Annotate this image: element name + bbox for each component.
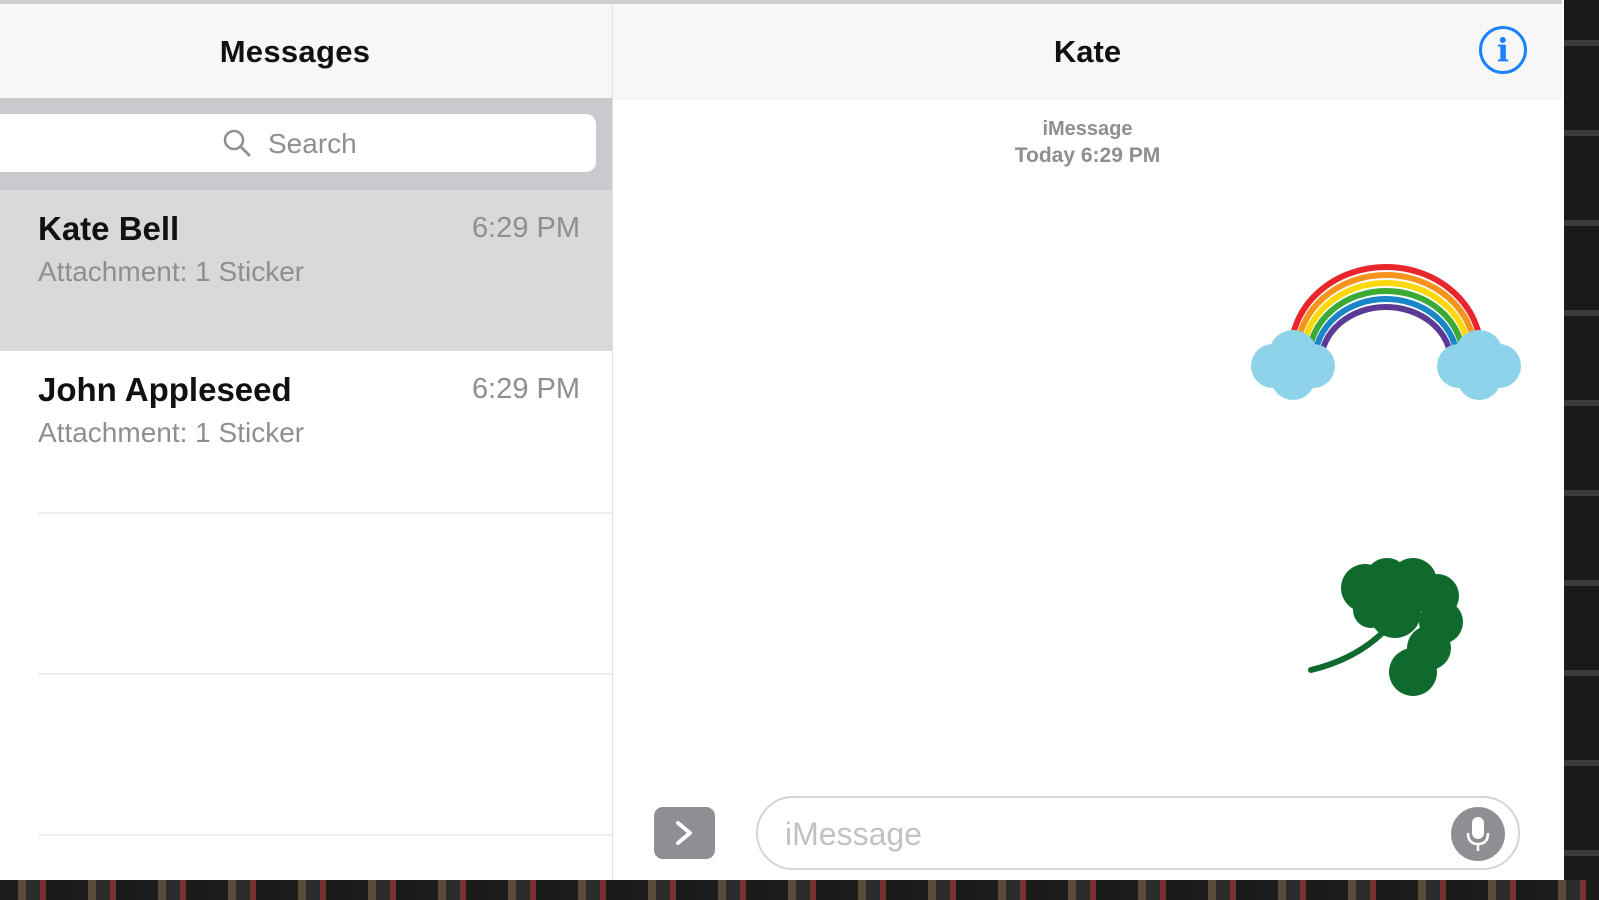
shamrock-sticker[interactable] [1305,552,1471,698]
conversation-preview: Attachment: 1 Sticker [38,256,305,287]
conversation-row-kate-bell[interactable]: Kate Bell 6:29 PM Attachment: 1 Sticker [0,190,612,351]
conversation-list-title: Messages [219,34,371,69]
message-service-label: iMessage [1042,118,1133,140]
list-divider [38,673,612,675]
list-divider [38,834,612,836]
apps-toggle-button[interactable] [654,807,715,859]
chat-pane: Kate i iMessage Today 6:29 PM iMessage [613,4,1562,880]
microphone-icon [1466,817,1490,851]
conversation-preview: Attachment: 1 Sticker [38,417,305,448]
rainbow-sticker[interactable] [1245,262,1527,412]
conversation-list-header: Messages [0,4,612,98]
window-right-edge [1562,0,1599,900]
search-icon [223,129,251,157]
search-placeholder: Search [268,128,357,159]
chat-header: Kate i [613,4,1562,100]
search-bar: Search [0,98,612,190]
message-input[interactable]: iMessage [756,796,1520,870]
conversation-list-pane: Messages Search Kate Bell 6:29 PM Attach… [0,4,613,880]
conversation-row-john-appleseed[interactable]: John Appleseed 6:29 PM Attachment: 1 Sti… [0,351,612,512]
conversation-time: 6:29 PM [472,373,580,405]
info-icon[interactable]: i [1479,26,1527,74]
search-input[interactable]: Search [0,114,596,172]
message-timestamp: Today 6:29 PM [1014,144,1161,167]
chat-title: Kate [1053,34,1122,69]
chevron-right-icon [676,821,692,845]
message-input-placeholder: iMessage [785,816,922,852]
microphone-button[interactable] [1451,807,1505,861]
conversation-name: John Appleseed [38,371,292,408]
conversation-time: 6:29 PM [472,212,580,244]
conversation-name: Kate Bell [38,210,180,247]
desktop-background-strip [0,880,1599,900]
list-divider [38,512,612,514]
